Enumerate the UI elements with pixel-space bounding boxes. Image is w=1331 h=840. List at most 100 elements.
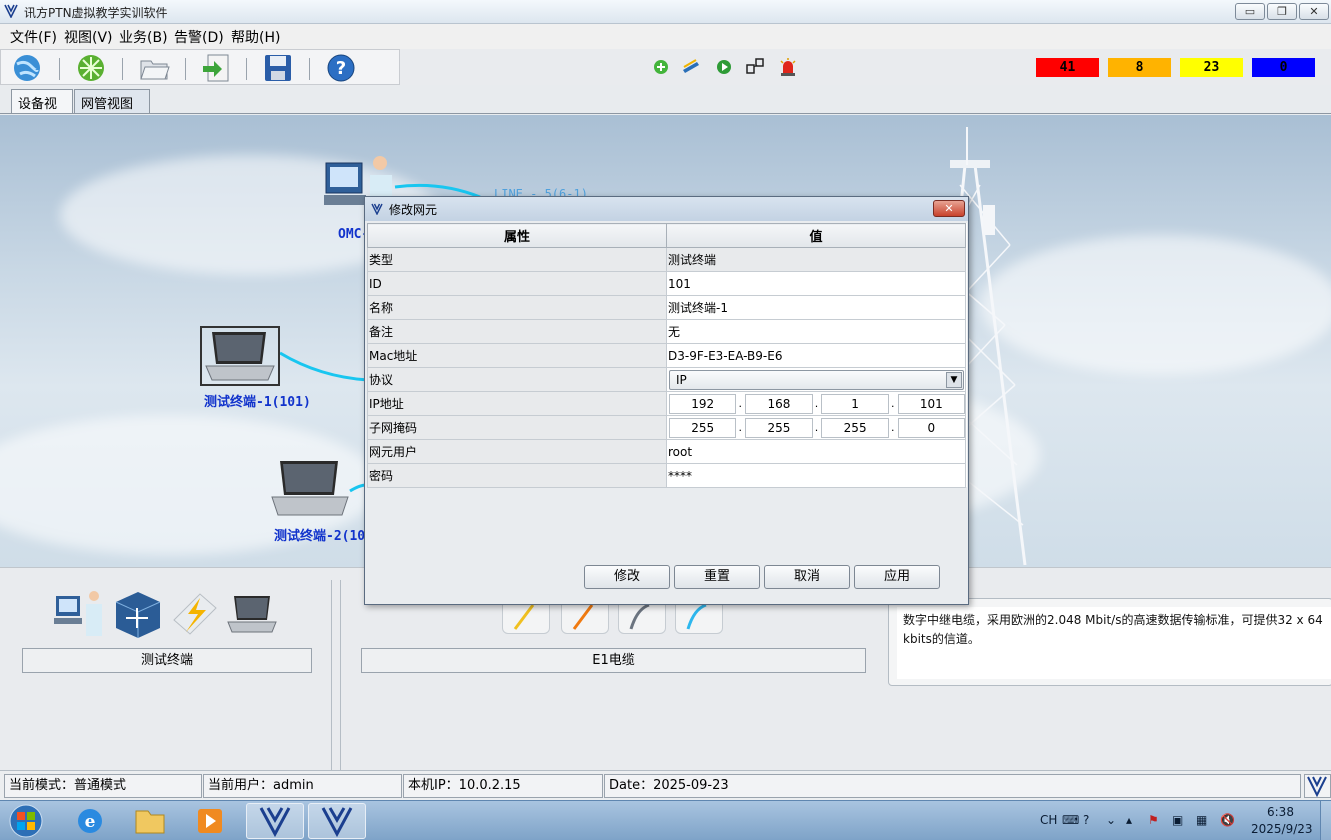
protocol-cell: IP ▼ [666, 367, 966, 392]
ip-cell: 192. 168. 1. 101 [666, 391, 966, 416]
mask-cell: 255. 255. 255. 0 [666, 415, 966, 440]
ip-octet-4[interactable]: 101 [897, 393, 966, 414]
status-bar: 当前模式：普通模式 当前用户：admin 本机IP：10.0.2.15 Date… [0, 770, 1331, 800]
laptop-palette-icon[interactable] [226, 594, 278, 636]
options-tray-icon[interactable]: ⌄ [1106, 813, 1116, 827]
alarm-warning-count[interactable]: 0 [1252, 58, 1315, 77]
mask-octet-2[interactable]: 255 [745, 417, 813, 438]
window-title: 讯方PTN虚拟教学实训软件 [24, 6, 168, 20]
minimize-button[interactable]: ▭ [1235, 3, 1265, 20]
dialog-close-button[interactable]: ✕ [933, 200, 965, 217]
protocol-select[interactable]: IP ▼ [669, 369, 964, 390]
protocol-value: IP [676, 372, 687, 387]
row-key: IP地址 [367, 391, 667, 416]
chevron-down-icon[interactable]: ▼ [946, 371, 962, 388]
maximize-button[interactable]: ❐ [1267, 3, 1297, 20]
alarm-critical-count[interactable]: 41 [1036, 58, 1099, 77]
laptop-icon [205, 332, 275, 381]
input-language[interactable]: CH [1040, 813, 1057, 827]
device-tray-icon[interactable]: ▣ [1172, 813, 1183, 827]
palette-left-label: 测试终端 [22, 648, 312, 673]
menu-view[interactable]: 视图(V) [64, 27, 113, 47]
menu-alarm[interactable]: 告警(D) [174, 27, 224, 47]
volume-muted-icon[interactable]: 🔇 [1220, 813, 1235, 827]
close-button[interactable]: ✕ [1299, 3, 1329, 20]
subnet-mask-input: 255. 255. 255. 0 [668, 417, 966, 439]
row-key: Mac地址 [367, 343, 667, 368]
export-icon[interactable] [200, 52, 232, 84]
taskbar-app-1[interactable] [246, 803, 304, 839]
description-text: 数字中继电缆，采用欧洲的2.048 Mbit/s的高速数据传输标准，可提供32 … [897, 607, 1331, 679]
browser-icon: e [78, 809, 102, 833]
ne-user-field[interactable]: root [666, 439, 966, 464]
help-tray-icon[interactable]: ? [1083, 813, 1089, 827]
alarm-siren-icon[interactable] [778, 57, 798, 77]
view-tabs: 设备视图 网管视图 ✕ [0, 85, 1331, 131]
status-ip: 本机IP：10.0.2.15 [403, 774, 603, 798]
mask-octet-1[interactable]: 255 [669, 417, 737, 438]
omc-palette-icon[interactable] [54, 588, 108, 640]
menu-help[interactable]: 帮助(H) [231, 27, 280, 47]
menu-file[interactable]: 文件(F) [10, 27, 57, 47]
taskbar-app-2[interactable] [308, 803, 366, 839]
cancel-button[interactable]: 取消 [764, 565, 850, 589]
toolbar-separator [309, 58, 310, 80]
palette-splitter[interactable] [331, 580, 341, 770]
mask-octet-3[interactable]: 255 [821, 417, 889, 438]
app-logo-icon [259, 807, 291, 838]
ip-octet-1[interactable]: 192 [669, 393, 737, 414]
lightning-palette-icon[interactable] [170, 590, 220, 638]
taskbar-explorer[interactable] [122, 803, 180, 839]
terminal-2-node[interactable] [268, 457, 352, 519]
folder-open-icon[interactable] [138, 52, 170, 84]
equipment-icon[interactable] [681, 57, 701, 77]
switch-palette-icon[interactable] [112, 588, 164, 640]
ip-octet-3[interactable]: 1 [821, 393, 889, 414]
network-icon[interactable] [75, 52, 107, 84]
tab-device-view[interactable]: 设备视图 [11, 89, 73, 131]
network-tray-icon[interactable]: ▦ [1196, 813, 1207, 827]
reset-button[interactable]: 重置 [674, 565, 760, 589]
modify-button[interactable]: 修改 [584, 565, 670, 589]
start-button-icon[interactable] [6, 803, 46, 839]
row-key: 密码 [367, 463, 667, 488]
show-desktop-button[interactable] [1320, 801, 1331, 840]
show-hidden-icons[interactable]: ▴ [1126, 813, 1132, 827]
mask-octet-4[interactable]: 0 [897, 417, 966, 438]
add-icon[interactable] [651, 57, 671, 77]
action-center-icon[interactable]: ⚑ [1148, 813, 1159, 827]
topology-icon[interactable] [745, 57, 765, 77]
help-icon[interactable]: ? [325, 52, 357, 84]
table-row: IP地址 192. 168. 1. 101 [367, 391, 966, 416]
name-field[interactable]: 测试终端-1 [666, 295, 966, 320]
clock-date[interactable]: 2025/9/23 [1251, 822, 1313, 836]
properties-table: 属性 值 类型 测试终端 ID 101 名称 测试终端-1 备注 无 Mac地址… [367, 223, 967, 488]
keyboard-icon[interactable]: ⌨ [1062, 813, 1079, 827]
table-row: 网元用户 root [367, 439, 966, 464]
note-field[interactable]: 无 [666, 319, 966, 344]
mac-field[interactable]: D3-9F-E3-EA-B9-E6 [666, 343, 966, 368]
password-field[interactable]: **** [666, 463, 966, 488]
column-header-value[interactable]: 值 [666, 223, 966, 248]
apply-button[interactable]: 应用 [854, 565, 940, 589]
clock-time[interactable]: 6:38 [1267, 805, 1294, 819]
taskbar-ie[interactable]: e [62, 803, 120, 839]
play-icon[interactable] [714, 57, 734, 77]
terminal-1-node[interactable] [200, 326, 280, 386]
link-line [279, 351, 369, 382]
taskbar-media[interactable] [182, 803, 240, 839]
save-icon[interactable] [262, 52, 294, 84]
alarm-major-count[interactable]: 8 [1108, 58, 1171, 77]
globe-icon[interactable] [11, 52, 43, 84]
column-header-property[interactable]: 属性 [367, 223, 667, 248]
alarm-minor-count[interactable]: 23 [1180, 58, 1243, 77]
tab-nms-view[interactable]: 网管视图 ✕ [74, 89, 150, 126]
ip-octet-2[interactable]: 168 [745, 393, 813, 414]
dialog-title-bar[interactable]: 修改网元 ✕ [365, 197, 968, 221]
palette-middle-label: E1电缆 [361, 648, 866, 673]
menu-service[interactable]: 业务(B) [119, 27, 168, 47]
status-logo [1304, 774, 1331, 798]
id-field[interactable]: 101 [666, 271, 966, 296]
table-row: 协议 IP ▼ [367, 367, 966, 392]
table-row: Mac地址 D3-9F-E3-EA-B9-E6 [367, 343, 966, 368]
